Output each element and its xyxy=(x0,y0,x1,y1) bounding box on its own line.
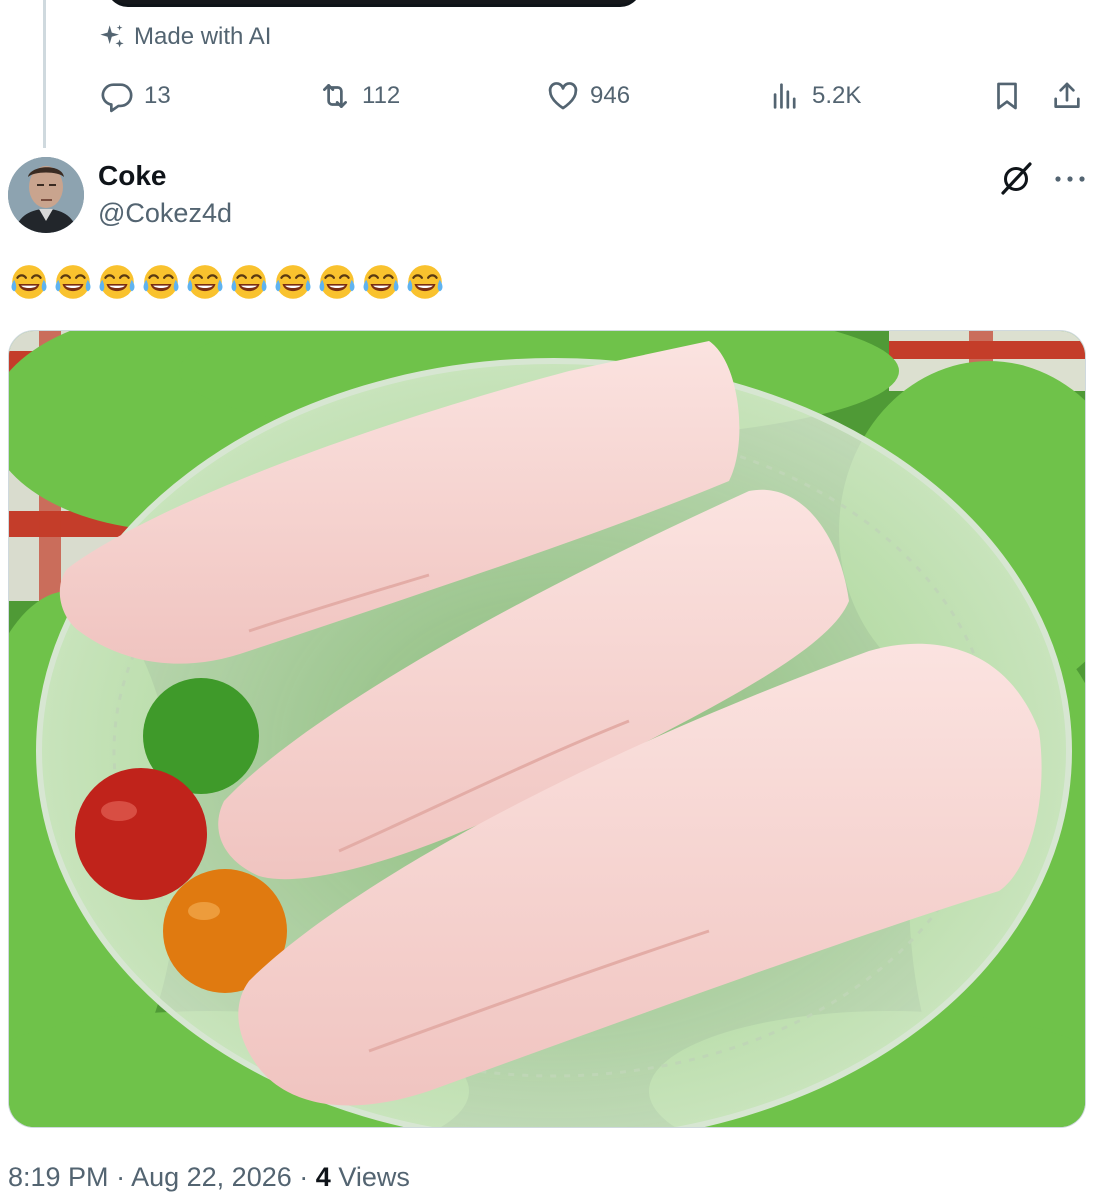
tweet-media-image[interactable] xyxy=(8,330,1086,1128)
heart-icon xyxy=(548,82,578,110)
made-with-ai-text: Made with AI xyxy=(134,23,272,50)
reply-count: 13 xyxy=(144,82,171,109)
previous-tweet-media-edge[interactable] xyxy=(106,0,642,7)
tears-of-joy-emoji xyxy=(407,265,443,299)
author-name[interactable]: Coke xyxy=(98,160,166,192)
thread-connector-line xyxy=(43,0,46,148)
tears-of-joy-emoji xyxy=(143,265,179,299)
share-button[interactable] xyxy=(1050,74,1084,118)
views-label: Views xyxy=(338,1162,410,1192)
like-count: 946 xyxy=(590,82,631,109)
tweet-timestamp[interactable]: 8:19 PM · Aug 22, 2026 · 4 Views xyxy=(8,1162,410,1193)
repost-icon xyxy=(323,84,347,108)
tears-of-joy-emoji xyxy=(319,265,355,299)
reply-button[interactable]: 13 xyxy=(100,74,171,118)
tears-of-joy-emoji xyxy=(231,265,267,299)
tears-of-joy-emoji xyxy=(99,265,135,299)
author-handle[interactable]: @Cokez4d xyxy=(98,198,232,229)
bookmark-icon xyxy=(997,82,1017,110)
made-with-ai-label: Made with AI xyxy=(98,20,271,54)
tweet-text: 😂😂😂😂😂😂😂😂😂😂 xyxy=(8,262,446,306)
like-button[interactable]: 946 xyxy=(546,74,630,118)
separator-dot: · xyxy=(116,1162,132,1192)
views-button[interactable]: 5.2K xyxy=(768,74,861,118)
avatar-photo xyxy=(8,157,84,233)
tweet-text-source: 😂😂😂😂😂😂😂😂😂😂 xyxy=(8,262,9,263)
pig-trotters-photo xyxy=(9,331,1085,1127)
tears-of-joy-emoji xyxy=(275,265,311,299)
tears-of-joy-emoji xyxy=(187,265,223,299)
tears-of-joy-emoji xyxy=(55,265,91,299)
repost-button[interactable]: 112 xyxy=(318,74,400,118)
views-count-bold: 4 xyxy=(315,1162,331,1192)
repost-count: 112 xyxy=(362,82,401,109)
previous-tweet-action-bar: 13 112 946 5.2K xyxy=(96,74,1088,118)
views-count: 5.2K xyxy=(812,82,862,109)
tweet-date: Aug 22, 2026 xyxy=(131,1162,292,1192)
tears-of-joy-emoji xyxy=(11,265,47,299)
sparkle-icon xyxy=(100,24,124,48)
reply-icon xyxy=(101,83,133,113)
author-avatar[interactable] xyxy=(8,157,84,233)
tweet-time: 8:19 PM xyxy=(8,1162,109,1192)
bookmark-button[interactable] xyxy=(990,74,1024,118)
tears-of-joy-emoji xyxy=(363,265,399,299)
more-icon[interactable] xyxy=(1050,164,1090,194)
share-icon xyxy=(1054,82,1080,108)
grok-icon[interactable] xyxy=(996,158,1036,198)
views-bar-icon xyxy=(773,83,796,109)
separator-dot: · xyxy=(299,1162,316,1192)
